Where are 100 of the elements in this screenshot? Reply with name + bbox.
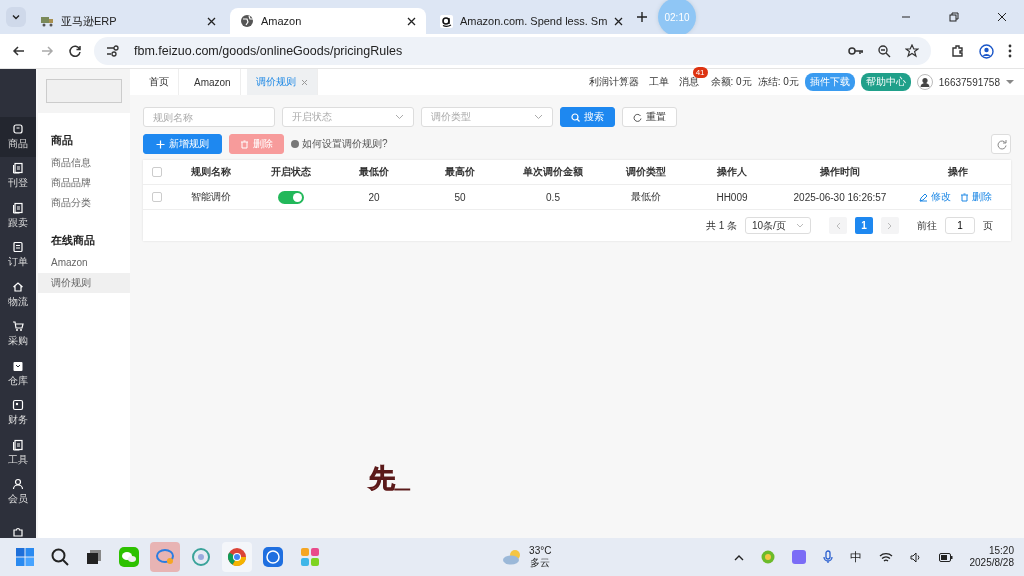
browser-tab[interactable]: Amazon.com. Spend less. Sm	[430, 8, 626, 34]
caret-icon[interactable]	[1006, 79, 1014, 85]
tab-title: 亚马逊ERP	[61, 13, 118, 29]
microphone-icon[interactable]	[822, 550, 833, 564]
browser-tab[interactable]: 亚马逊ERP	[30, 8, 226, 34]
star-icon[interactable]	[905, 44, 919, 58]
help-link[interactable]: 如何设置调价规则?	[302, 137, 388, 151]
nav-item[interactable]: 订单	[0, 235, 36, 275]
search-icon[interactable]	[51, 548, 69, 566]
menu-item[interactable]: 调价规则	[38, 273, 130, 293]
chevron-left-icon	[835, 221, 841, 230]
menu-item[interactable]: Amazon	[38, 253, 130, 273]
temperature-text: 33°C	[529, 545, 552, 557]
task-view-icon[interactable]	[86, 549, 102, 565]
input-field[interactable]: 规则名称	[143, 107, 275, 127]
column-header: 操作时间	[819, 165, 861, 179]
box-icon	[12, 122, 24, 135]
edit-link[interactable]: 修改	[930, 190, 951, 204]
close-icon[interactable]	[207, 16, 216, 26]
browser-app-button[interactable]	[222, 542, 252, 572]
extensions-icon[interactable]	[951, 44, 965, 58]
weather-text: 多云	[530, 557, 551, 569]
subtitle-caption: 先_	[369, 463, 410, 493]
checkbox[interactable]	[152, 167, 162, 177]
menu-item[interactable]: 商品信息	[38, 153, 130, 173]
checkbox[interactable]	[152, 192, 162, 202]
reset-button[interactable]: 重置	[622, 107, 677, 127]
address-bar[interactable]: fbm.feizuo.com/goods/onlineGoods/pricingRules	[94, 37, 931, 65]
tray-app-icon[interactable]	[791, 550, 806, 564]
key-icon[interactable]	[848, 46, 864, 56]
delete-link[interactable]: 删除	[971, 190, 992, 204]
table-cell-text: 智能调价	[190, 190, 232, 204]
nav-item[interactable]: 工具	[0, 433, 36, 473]
page-tab[interactable]: Amazon	[185, 69, 241, 95]
search-button[interactable]: 搜索	[560, 107, 615, 127]
menu-heading: 商品	[50, 133, 74, 148]
table-cell-text: HH009	[715, 191, 749, 203]
table-cell-text: 2025-06-30 16:26:57	[792, 191, 888, 203]
nav-item[interactable]: 仓库	[0, 354, 36, 394]
page-size-select[interactable]: 10条/页	[745, 217, 811, 234]
nav-item[interactable]: 财务	[0, 393, 36, 433]
nav-item[interactable]: 会员	[0, 472, 36, 512]
tab-list-button[interactable]	[6, 7, 26, 27]
column-header: 单次调价金额	[522, 165, 584, 179]
flower-icon[interactable]	[191, 547, 211, 567]
tab-title: Amazon.com. Spend less. Sm	[460, 15, 608, 27]
header-link[interactable]: 工单	[648, 75, 669, 89]
question-icon	[291, 140, 299, 148]
total-text: 共 1 条	[705, 218, 737, 233]
column-header: 最低价	[358, 165, 390, 179]
input-method-indicator[interactable]: 中	[849, 548, 862, 566]
nav-item[interactable]: 采购	[0, 314, 36, 354]
nav-item[interactable]: 跟卖	[0, 196, 36, 236]
page-input[interactable]: 1	[945, 217, 975, 234]
back-icon[interactable]	[12, 44, 26, 58]
profile-icon[interactable]	[979, 43, 994, 59]
taskbar-app-button[interactable]	[150, 542, 180, 572]
more-icon[interactable]	[1008, 44, 1012, 58]
site-settings-icon[interactable]	[106, 45, 120, 57]
chevron-down-icon	[11, 12, 21, 22]
column-header: 最高价	[444, 165, 476, 179]
page-button[interactable]: 1	[855, 217, 873, 234]
pencil-icon	[918, 192, 928, 202]
toggle-switch[interactable]	[278, 190, 304, 204]
avatar-icon	[916, 74, 933, 90]
goto-label: 前往	[917, 218, 937, 233]
nav-item[interactable]: 商品	[0, 117, 36, 157]
menu-heading: 在线商品	[50, 233, 96, 248]
nav-item[interactable]: 刊登	[0, 156, 36, 196]
page-tab[interactable]: 首页	[140, 69, 179, 95]
document-icon	[12, 438, 24, 451]
username-text: 16637591758	[938, 76, 1000, 88]
messages-link[interactable]: 消息	[678, 75, 699, 89]
zoom-icon[interactable]	[878, 44, 891, 58]
close-icon[interactable]	[614, 16, 624, 26]
nav-item[interactable]: 物流	[0, 275, 36, 315]
menu-item[interactable]: 商品品牌	[38, 173, 130, 193]
close-icon[interactable]	[407, 16, 416, 26]
plus-icon	[156, 139, 165, 149]
pinwheel-app-icon[interactable]	[300, 547, 320, 567]
smile-logo-icon	[440, 14, 453, 28]
chevron-up-icon[interactable]	[733, 553, 744, 561]
add-rule-button[interactable]: 新增规则	[143, 134, 222, 154]
speaker-icon[interactable]	[909, 551, 922, 563]
battery-icon[interactable]	[938, 552, 953, 562]
globe-icon	[240, 14, 254, 28]
url-text: fbm.feizuo.com/goods/onlineGoods/pricingRules	[134, 44, 403, 58]
table-cell-text: 最低价	[630, 190, 662, 204]
ring-app-icon[interactable]	[263, 547, 283, 567]
new-tab-icon[interactable]	[636, 11, 648, 23]
chevron-icon	[534, 114, 543, 120]
column-header: 调价类型	[625, 165, 667, 179]
table-cell-text: 0.5	[545, 191, 561, 203]
windows-start-icon[interactable]	[16, 548, 34, 566]
browser-tab[interactable]: Amazon	[230, 8, 426, 34]
table-cell-text: 50	[453, 191, 467, 203]
wifi-icon[interactable]	[878, 551, 893, 563]
header-link[interactable]: 利润计算器	[588, 75, 639, 89]
menu-item[interactable]: 商品分类	[38, 193, 130, 213]
reload-icon[interactable]	[68, 44, 82, 58]
